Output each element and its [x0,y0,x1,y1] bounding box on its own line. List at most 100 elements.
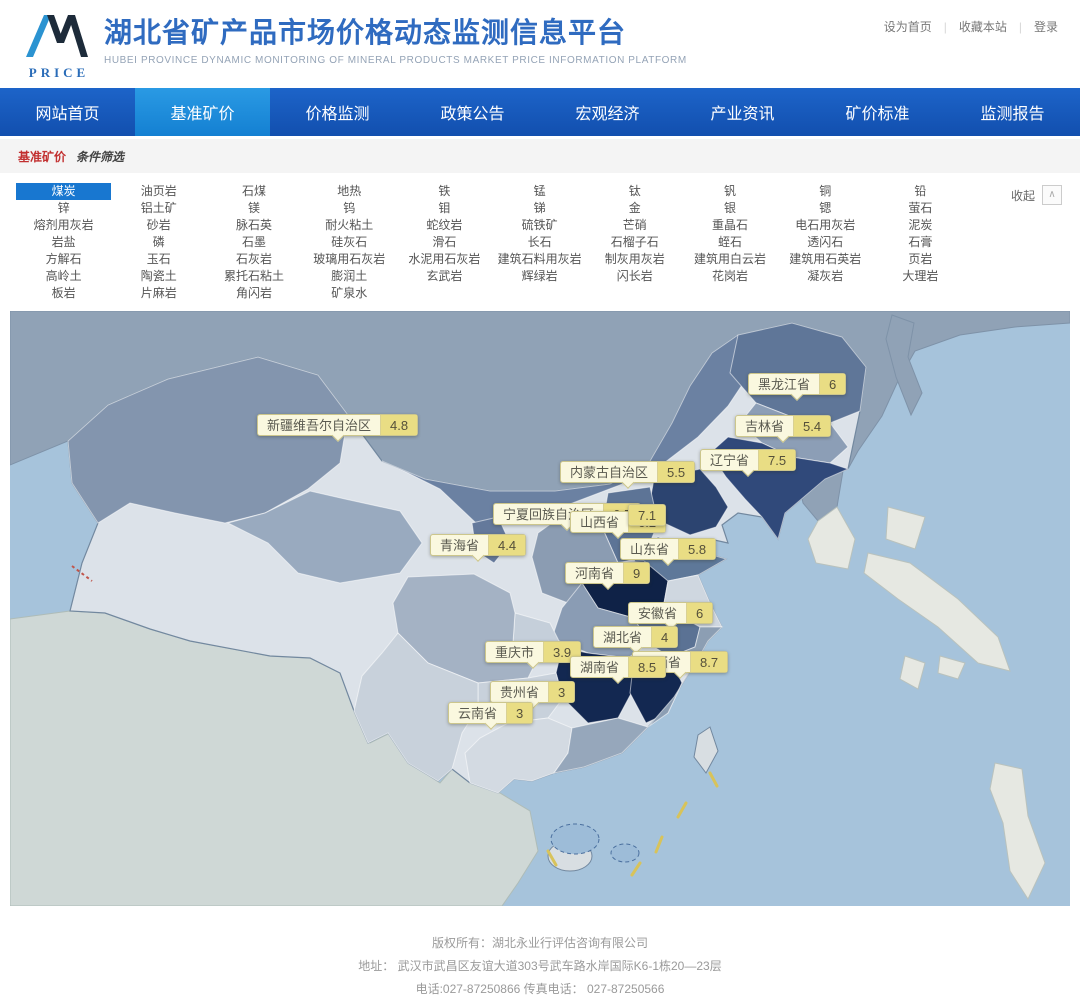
filter-row-5: 高岭土陶瓷土累托石粘土膨润土玄武岩辉绿岩闪长岩花岗岩凝灰岩大理岩 [16,268,968,285]
mineral-filter[interactable]: 磷 [111,234,206,251]
page-subtitle: HUBEI PROVINCE DYNAMIC MONITORING OF MIN… [104,55,687,66]
collapse-label: 收起 [1011,187,1035,204]
mineral-filter[interactable]: 矿泉水 [302,285,397,302]
footer-address: 地址： 武汉市武昌区友谊大道303号武车路水岸国际K6-1栋20—23层 [0,955,1080,978]
nav-item-6[interactable]: 矿价标准 [810,88,945,136]
province-name: 贵州省 [491,682,548,702]
mineral-filter[interactable]: 砂岩 [111,217,206,234]
filter-row-4: 方解石玉石石灰岩玻璃用石灰岩水泥用石灰岩建筑石料用灰岩制灰用灰岩建筑用白云岩建筑… [16,251,968,268]
mineral-filter[interactable]: 地热 [302,183,397,200]
mineral-filter[interactable]: 银 [682,200,777,217]
mineral-filter[interactable]: 玄武岩 [397,268,492,285]
footer-copyright: 版权所有：湖北永业行评估咨询有限公司 [0,932,1080,955]
nav-item-1[interactable]: 基准矿价 [135,88,270,136]
mineral-filter[interactable]: 花岗岩 [682,268,777,285]
mineral-filter[interactable]: 硅灰石 [302,234,397,251]
province-value: 6 [686,603,712,623]
mineral-filter[interactable]: 蛭石 [682,234,777,251]
mineral-filter[interactable]: 页岩 [873,251,968,268]
mineral-filter[interactable]: 陶瓷土 [111,268,206,285]
mineral-filter[interactable]: 石煤 [206,183,301,200]
mineral-filter[interactable]: 膨润土 [302,268,397,285]
mineral-filter[interactable]: 电石用灰岩 [778,217,873,234]
mineral-filter[interactable]: 岩盐 [16,234,111,251]
mineral-filter[interactable]: 铁 [397,183,492,200]
mineral-filter[interactable]: 泥炭 [873,217,968,234]
mineral-filter[interactable]: 玉石 [111,251,206,268]
mineral-filter[interactable]: 玻璃用石灰岩 [302,251,397,268]
link-separator: | [944,20,947,34]
mineral-filter[interactable]: 石墨 [206,234,301,251]
mineral-filter[interactable]: 镁 [206,200,301,217]
nav-item-0[interactable]: 网站首页 [0,88,135,136]
header: PRICE 湖北省矿产品市场价格动态监测信息平台 HUBEI PROVINCE … [0,0,1080,88]
mineral-filter[interactable]: 角闪岩 [206,285,301,302]
filter-row-3: 岩盐磷石墨硅灰石滑石长石石榴子石蛭石透闪石石膏 [16,234,968,251]
mineral-filter[interactable]: 重晶石 [682,217,777,234]
map-label-15: 湖南省8.5 [570,656,666,678]
mineral-filter[interactable]: 建筑用石英岩 [778,251,873,268]
mineral-filter[interactable]: 脉石英 [206,217,301,234]
filter-row-6: 板岩片麻岩角闪岩矿泉水 [16,285,968,302]
mineral-filter[interactable]: 锶 [778,200,873,217]
mineral-filter[interactable]: 辉绿岩 [492,268,587,285]
mineral-filter[interactable]: 锌 [16,200,111,217]
filter-row-2: 熔剂用灰岩砂岩脉石英耐火粘土蛇纹岩硫铁矿芒硝重晶石电石用灰岩泥炭 [16,217,968,234]
header-link-2[interactable]: 登录 [1034,20,1058,34]
mineral-filter[interactable]: 熔剂用灰岩 [16,217,111,234]
mineral-filter[interactable]: 高岭土 [16,268,111,285]
mineral-filter[interactable]: 水泥用石灰岩 [397,251,492,268]
mineral-filter[interactable]: 耐火粘土 [302,217,397,234]
province-value: 3 [506,703,532,723]
mineral-filter[interactable]: 金 [587,200,682,217]
mineral-filter[interactable]: 油页岩 [111,183,206,200]
mineral-filter[interactable]: 锰 [492,183,587,200]
province-name: 湖北省 [594,627,651,647]
mineral-filter[interactable]: 闪长岩 [587,268,682,285]
header-link-0[interactable]: 设为首页 [884,20,932,34]
header-link-1[interactable]: 收藏本站 [959,20,1007,34]
footer-phone: 电话:027-87250866 传真电话： 027-87250566 [0,978,1080,1001]
nav-item-2[interactable]: 价格监测 [270,88,405,136]
nav-item-7[interactable]: 监测报告 [945,88,1080,136]
mineral-filter[interactable]: 石榴子石 [587,234,682,251]
mineral-filter[interactable]: 制灰用灰岩 [587,251,682,268]
nav-item-3[interactable]: 政策公告 [405,88,540,136]
mineral-filter[interactable]: 钒 [682,183,777,200]
mineral-filter[interactable]: 钼 [397,200,492,217]
mineral-filter[interactable]: 硫铁矿 [492,217,587,234]
province-value: 4 [651,627,677,647]
mineral-filter[interactable]: 片麻岩 [111,285,206,302]
mineral-filter[interactable]: 滑石 [397,234,492,251]
mineral-filter[interactable]: 锑 [492,200,587,217]
mineral-filter[interactable]: 透闪石 [778,234,873,251]
collapse-button[interactable]: 收起 ∧ [1011,185,1062,205]
mineral-filter[interactable]: 累托石粘土 [206,268,301,285]
mineral-filter[interactable]: 钨 [302,200,397,217]
mineral-filter[interactable]: 煤炭 [16,183,111,200]
mineral-filter[interactable]: 建筑用白云岩 [682,251,777,268]
mineral-filter[interactable]: 芒硝 [587,217,682,234]
mineral-filter[interactable]: 大理岩 [873,268,968,285]
breadcrumb-filter-label: 条件筛选 [76,148,124,165]
nav-item-4[interactable]: 宏观经济 [540,88,675,136]
nav-item-5[interactable]: 产业资讯 [675,88,810,136]
breadcrumb: 基准矿价 条件筛选 [0,139,1080,173]
map-label-11: 安徽省6 [628,602,713,624]
mineral-filter[interactable]: 铅 [873,183,968,200]
mineral-filter[interactable]: 建筑石料用灰岩 [492,251,587,268]
mineral-filter[interactable]: 萤石 [873,200,968,217]
mineral-filter[interactable]: 石膏 [873,234,968,251]
mineral-filter[interactable]: 石灰岩 [206,251,301,268]
mineral-filter[interactable]: 铝土矿 [111,200,206,217]
mineral-filter[interactable]: 蛇纹岩 [397,217,492,234]
filter-rows: 煤炭油页岩石煤地热铁锰钛钒铜铅锌铝土矿镁钨钼锑金银锶萤石熔剂用灰岩砂岩脉石英耐火… [16,183,968,302]
mineral-filter[interactable]: 方解石 [16,251,111,268]
mineral-filter[interactable]: 板岩 [16,285,111,302]
mineral-filter[interactable]: 长石 [492,234,587,251]
map-label-9: 山东省5.8 [620,538,716,560]
mineral-filter[interactable]: 铜 [778,183,873,200]
province-name: 云南省 [449,703,506,723]
mineral-filter[interactable]: 钛 [587,183,682,200]
mineral-filter[interactable]: 凝灰岩 [778,268,873,285]
